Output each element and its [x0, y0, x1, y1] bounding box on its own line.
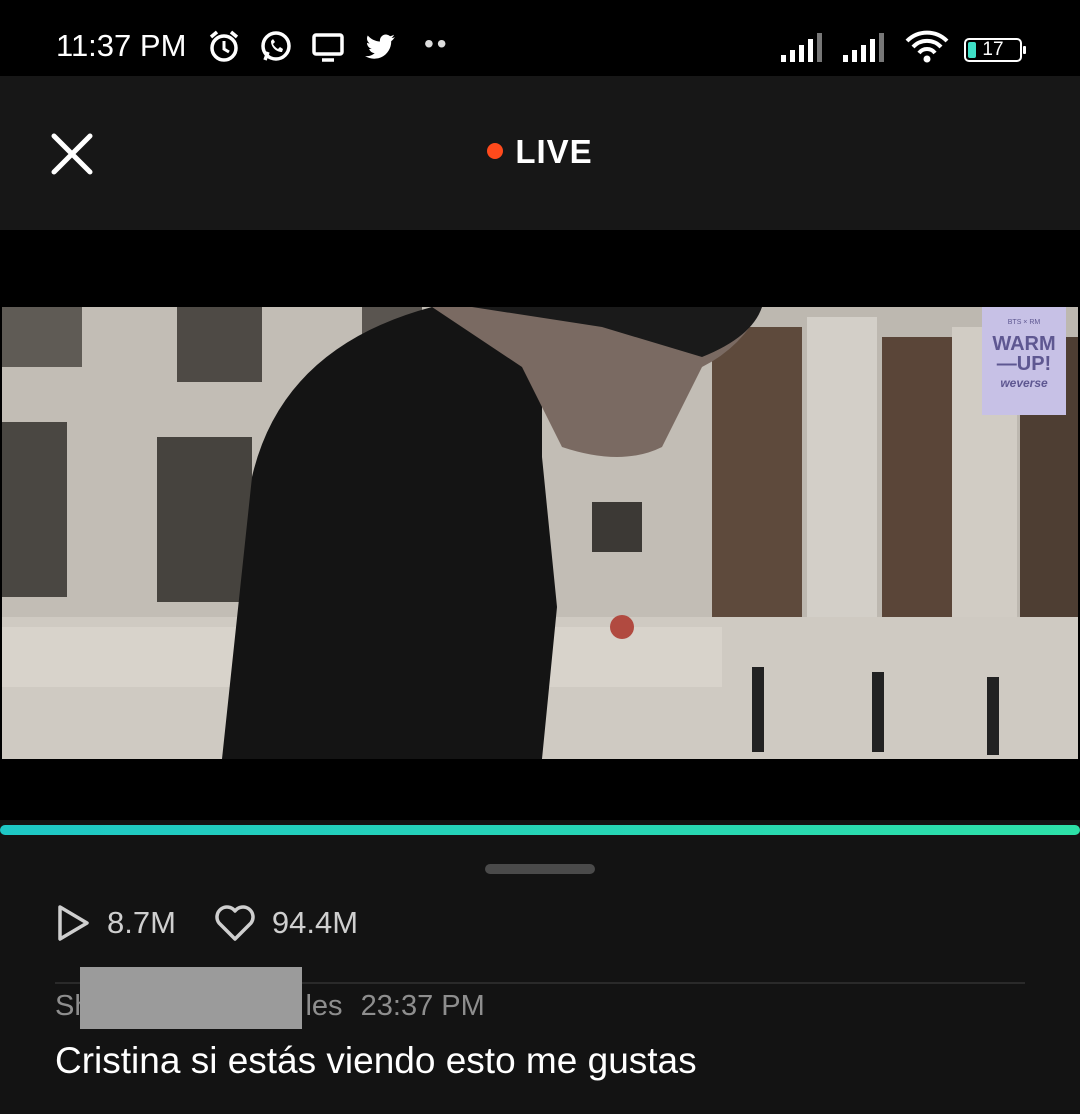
redaction-box: [80, 967, 302, 1029]
header: LIVE: [0, 76, 1080, 230]
badge-line4: weverse: [1000, 376, 1048, 390]
warm-up-weverse-badge: BTS × RM WARM —UP! weverse: [982, 307, 1066, 415]
play-count: 8.7M: [55, 903, 176, 943]
live-indicator: LIVE: [0, 133, 1080, 171]
alarm-icon: [205, 28, 243, 66]
battery-level: 17: [982, 38, 1004, 60]
clock: 11:37 PM: [56, 28, 187, 63]
heart-icon[interactable]: [214, 904, 256, 942]
playback-progress-bar[interactable]: [0, 825, 1080, 835]
signal-icon-1: [780, 31, 828, 68]
wifi-icon: [904, 30, 950, 69]
battery-icon: 17: [964, 37, 1026, 62]
badge-line2: WARM: [992, 333, 1056, 355]
signal-icon-2: [842, 31, 890, 68]
comment-text: Cristina si estás viendo esto me gustas: [55, 1040, 697, 1081]
play-icon: [58, 905, 89, 941]
video-frame[interactable]: BTS × RM WARM —UP! weverse: [2, 307, 1078, 759]
video-player[interactable]: BTS × RM WARM —UP! weverse: [0, 230, 1080, 820]
twitter-icon: [361, 28, 399, 66]
status-bar: 11:37 PM •• 17: [0, 0, 1080, 76]
badge-line1: BTS × RM: [1007, 319, 1041, 326]
like-count-value: 94.4M: [271, 905, 359, 940]
more-notifications-icon: ••: [424, 28, 450, 59]
badge-line3: —UP!: [996, 353, 1052, 375]
like-count[interactable]: 94.4M: [214, 904, 358, 942]
live-dot: [487, 143, 504, 159]
live-label: LIVE: [515, 133, 593, 170]
comment-author-end: les: [305, 990, 343, 1022]
whatsapp-icon: [257, 28, 295, 66]
stats-row: 8.7M 94.4M: [55, 903, 396, 943]
comment-time: 23:37 PM: [360, 990, 485, 1022]
play-count-value: 8.7M: [107, 905, 176, 940]
video-scene: [2, 307, 1078, 759]
cast-icon: [309, 28, 347, 66]
drag-handle[interactable]: [485, 864, 595, 874]
